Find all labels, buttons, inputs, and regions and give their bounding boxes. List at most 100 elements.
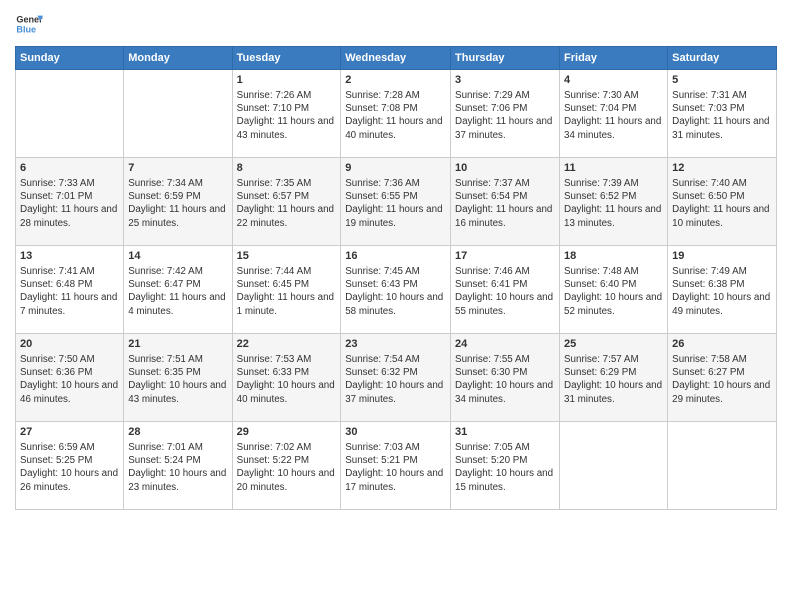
day-info: Sunrise: 7:37 AM Sunset: 6:54 PM Dayligh…: [455, 177, 555, 230]
day-number: 5: [672, 73, 772, 88]
day-number: 13: [20, 249, 119, 264]
calendar-cell: 29Sunrise: 7:02 AM Sunset: 5:22 PM Dayli…: [232, 422, 341, 510]
day-info: Sunrise: 7:49 AM Sunset: 6:38 PM Dayligh…: [672, 265, 772, 318]
day-number: 29: [237, 425, 337, 440]
day-info: Sunrise: 7:54 AM Sunset: 6:32 PM Dayligh…: [345, 353, 446, 406]
calendar-cell: 16Sunrise: 7:45 AM Sunset: 6:43 PM Dayli…: [341, 246, 451, 334]
logo-icon: General Blue: [15, 10, 43, 38]
svg-text:Blue: Blue: [16, 24, 36, 34]
day-number: 3: [455, 73, 555, 88]
calendar-cell: 1Sunrise: 7:26 AM Sunset: 7:10 PM Daylig…: [232, 70, 341, 158]
day-info: Sunrise: 7:31 AM Sunset: 7:03 PM Dayligh…: [672, 89, 772, 142]
day-number: 28: [128, 425, 227, 440]
day-info: Sunrise: 7:28 AM Sunset: 7:08 PM Dayligh…: [345, 89, 446, 142]
calendar-cell: 5Sunrise: 7:31 AM Sunset: 7:03 PM Daylig…: [668, 70, 777, 158]
calendar-cell: 24Sunrise: 7:55 AM Sunset: 6:30 PM Dayli…: [451, 334, 560, 422]
day-number: 21: [128, 337, 227, 352]
day-number: 16: [345, 249, 446, 264]
calendar-cell: 22Sunrise: 7:53 AM Sunset: 6:33 PM Dayli…: [232, 334, 341, 422]
day-info: Sunrise: 7:41 AM Sunset: 6:48 PM Dayligh…: [20, 265, 119, 318]
weekday-header-sunday: Sunday: [16, 47, 124, 70]
weekday-header-wednesday: Wednesday: [341, 47, 451, 70]
day-number: 17: [455, 249, 555, 264]
day-number: 20: [20, 337, 119, 352]
day-number: 6: [20, 161, 119, 176]
day-number: 26: [672, 337, 772, 352]
day-info: Sunrise: 7:57 AM Sunset: 6:29 PM Dayligh…: [564, 353, 663, 406]
calendar-cell: 20Sunrise: 7:50 AM Sunset: 6:36 PM Dayli…: [16, 334, 124, 422]
day-number: 15: [237, 249, 337, 264]
day-info: Sunrise: 7:03 AM Sunset: 5:21 PM Dayligh…: [345, 441, 446, 494]
day-info: Sunrise: 7:45 AM Sunset: 6:43 PM Dayligh…: [345, 265, 446, 318]
calendar-cell: 27Sunrise: 6:59 AM Sunset: 5:25 PM Dayli…: [16, 422, 124, 510]
day-number: 18: [564, 249, 663, 264]
calendar-cell: 8Sunrise: 7:35 AM Sunset: 6:57 PM Daylig…: [232, 158, 341, 246]
day-info: Sunrise: 7:35 AM Sunset: 6:57 PM Dayligh…: [237, 177, 337, 230]
day-number: 2: [345, 73, 446, 88]
day-info: Sunrise: 7:30 AM Sunset: 7:04 PM Dayligh…: [564, 89, 663, 142]
calendar-cell: 30Sunrise: 7:03 AM Sunset: 5:21 PM Dayli…: [341, 422, 451, 510]
day-number: 9: [345, 161, 446, 176]
day-number: 8: [237, 161, 337, 176]
day-number: 7: [128, 161, 227, 176]
day-info: Sunrise: 7:42 AM Sunset: 6:47 PM Dayligh…: [128, 265, 227, 318]
day-number: 31: [455, 425, 555, 440]
calendar-cell: 6Sunrise: 7:33 AM Sunset: 7:01 PM Daylig…: [16, 158, 124, 246]
day-info: Sunrise: 7:05 AM Sunset: 5:20 PM Dayligh…: [455, 441, 555, 494]
day-info: Sunrise: 7:39 AM Sunset: 6:52 PM Dayligh…: [564, 177, 663, 230]
calendar-cell: 11Sunrise: 7:39 AM Sunset: 6:52 PM Dayli…: [560, 158, 668, 246]
calendar-cell: 15Sunrise: 7:44 AM Sunset: 6:45 PM Dayli…: [232, 246, 341, 334]
day-number: 10: [455, 161, 555, 176]
day-info: Sunrise: 7:44 AM Sunset: 6:45 PM Dayligh…: [237, 265, 337, 318]
day-number: 24: [455, 337, 555, 352]
week-row-3: 13Sunrise: 7:41 AM Sunset: 6:48 PM Dayli…: [16, 246, 777, 334]
week-row-4: 20Sunrise: 7:50 AM Sunset: 6:36 PM Dayli…: [16, 334, 777, 422]
weekday-header-thursday: Thursday: [451, 47, 560, 70]
header: General Blue: [15, 10, 777, 38]
day-info: Sunrise: 7:46 AM Sunset: 6:41 PM Dayligh…: [455, 265, 555, 318]
calendar-cell: 23Sunrise: 7:54 AM Sunset: 6:32 PM Dayli…: [341, 334, 451, 422]
day-number: 11: [564, 161, 663, 176]
calendar-cell: 19Sunrise: 7:49 AM Sunset: 6:38 PM Dayli…: [668, 246, 777, 334]
weekday-header-friday: Friday: [560, 47, 668, 70]
calendar-cell: [668, 422, 777, 510]
calendar-cell: 4Sunrise: 7:30 AM Sunset: 7:04 PM Daylig…: [560, 70, 668, 158]
calendar-cell: 9Sunrise: 7:36 AM Sunset: 6:55 PM Daylig…: [341, 158, 451, 246]
day-info: Sunrise: 6:59 AM Sunset: 5:25 PM Dayligh…: [20, 441, 119, 494]
calendar-page: General Blue SundayMondayTuesdayWednesda…: [0, 0, 792, 612]
day-number: 25: [564, 337, 663, 352]
calendar-cell: [560, 422, 668, 510]
day-info: Sunrise: 7:58 AM Sunset: 6:27 PM Dayligh…: [672, 353, 772, 406]
day-info: Sunrise: 7:51 AM Sunset: 6:35 PM Dayligh…: [128, 353, 227, 406]
weekday-header-saturday: Saturday: [668, 47, 777, 70]
calendar-cell: [124, 70, 232, 158]
calendar-cell: 10Sunrise: 7:37 AM Sunset: 6:54 PM Dayli…: [451, 158, 560, 246]
calendar-cell: 14Sunrise: 7:42 AM Sunset: 6:47 PM Dayli…: [124, 246, 232, 334]
day-number: 23: [345, 337, 446, 352]
weekday-header-row: SundayMondayTuesdayWednesdayThursdayFrid…: [16, 47, 777, 70]
day-number: 14: [128, 249, 227, 264]
day-info: Sunrise: 7:48 AM Sunset: 6:40 PM Dayligh…: [564, 265, 663, 318]
week-row-2: 6Sunrise: 7:33 AM Sunset: 7:01 PM Daylig…: [16, 158, 777, 246]
day-info: Sunrise: 7:26 AM Sunset: 7:10 PM Dayligh…: [237, 89, 337, 142]
calendar-cell: 31Sunrise: 7:05 AM Sunset: 5:20 PM Dayli…: [451, 422, 560, 510]
day-number: 30: [345, 425, 446, 440]
calendar-cell: 7Sunrise: 7:34 AM Sunset: 6:59 PM Daylig…: [124, 158, 232, 246]
weekday-header-tuesday: Tuesday: [232, 47, 341, 70]
day-info: Sunrise: 7:02 AM Sunset: 5:22 PM Dayligh…: [237, 441, 337, 494]
day-info: Sunrise: 7:01 AM Sunset: 5:24 PM Dayligh…: [128, 441, 227, 494]
day-info: Sunrise: 7:36 AM Sunset: 6:55 PM Dayligh…: [345, 177, 446, 230]
day-info: Sunrise: 7:33 AM Sunset: 7:01 PM Dayligh…: [20, 177, 119, 230]
week-row-5: 27Sunrise: 6:59 AM Sunset: 5:25 PM Dayli…: [16, 422, 777, 510]
day-number: 1: [237, 73, 337, 88]
day-info: Sunrise: 7:40 AM Sunset: 6:50 PM Dayligh…: [672, 177, 772, 230]
calendar-cell: 18Sunrise: 7:48 AM Sunset: 6:40 PM Dayli…: [560, 246, 668, 334]
logo: General Blue: [15, 10, 43, 38]
weekday-header-monday: Monday: [124, 47, 232, 70]
day-info: Sunrise: 7:50 AM Sunset: 6:36 PM Dayligh…: [20, 353, 119, 406]
day-info: Sunrise: 7:34 AM Sunset: 6:59 PM Dayligh…: [128, 177, 227, 230]
calendar-cell: 26Sunrise: 7:58 AM Sunset: 6:27 PM Dayli…: [668, 334, 777, 422]
calendar-cell: 28Sunrise: 7:01 AM Sunset: 5:24 PM Dayli…: [124, 422, 232, 510]
calendar-cell: [16, 70, 124, 158]
day-info: Sunrise: 7:29 AM Sunset: 7:06 PM Dayligh…: [455, 89, 555, 142]
